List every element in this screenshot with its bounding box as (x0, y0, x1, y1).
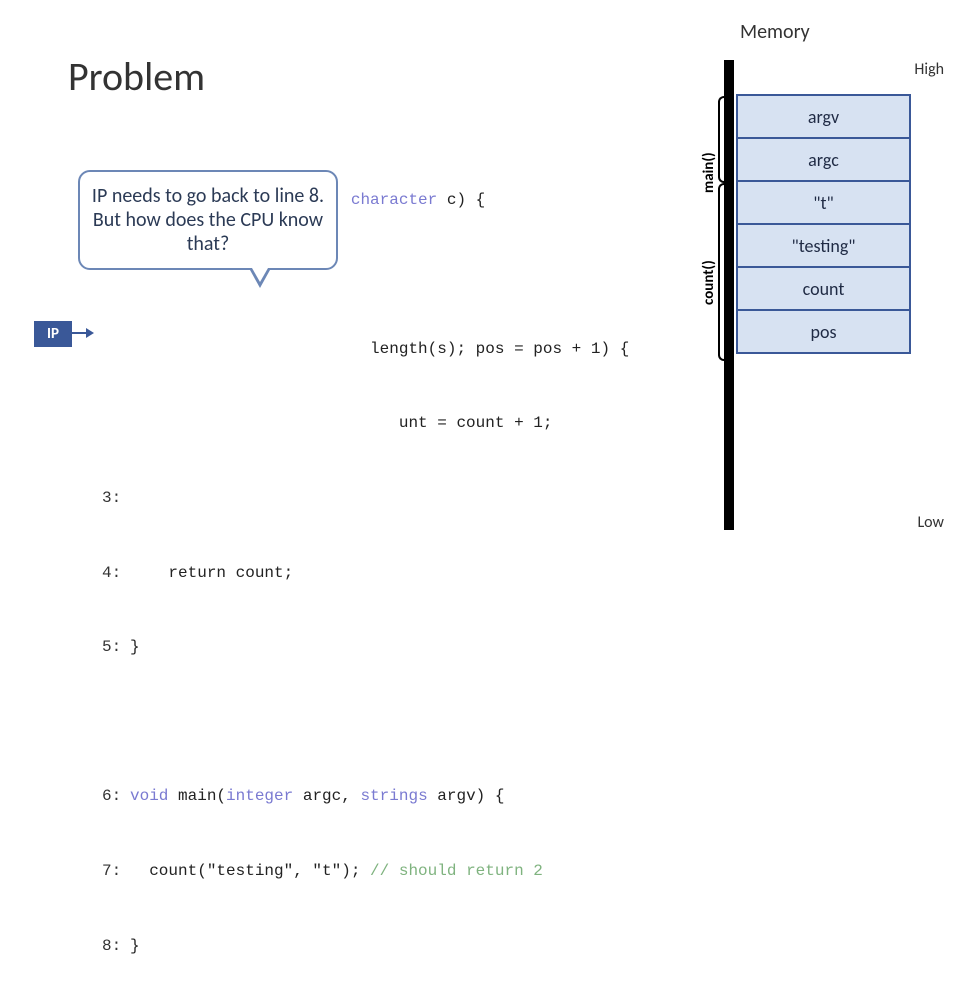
code-line-6: 6:void main(integer argc, strings argv) … (102, 784, 629, 809)
code-line-8: 8:} (102, 934, 629, 959)
stack-cell: count (736, 266, 911, 311)
tok: c) { (437, 191, 485, 209)
code-line-2b-partial: unt = count + 1; (102, 411, 629, 436)
stack-cell: argc (736, 137, 911, 182)
code-line-blank (102, 710, 629, 735)
line-number: 5: (102, 635, 130, 660)
instruction-pointer-badge: IP (34, 321, 72, 347)
code-line-7: 7: count("testing", "t"); // should retu… (102, 859, 629, 884)
code-line-3: 3: (102, 486, 629, 511)
line-number: 4: (102, 561, 130, 586)
line-number: 7: (102, 859, 130, 884)
tok: } (130, 937, 140, 955)
line-number (102, 411, 130, 436)
stack-cell: pos (736, 309, 911, 354)
ip-arrow-icon (72, 328, 94, 338)
line-number: 6: (102, 784, 130, 809)
line-number: 8: (102, 934, 130, 959)
callout-box: IP needs to go back to line 8. But how d… (78, 170, 338, 270)
tok: unt = count + 1; (399, 414, 553, 432)
stack-cell: "testing" (736, 223, 911, 268)
slide-title: Problem (68, 52, 205, 101)
stack-cell: "t" (736, 180, 911, 225)
stack-cell: argv (736, 94, 911, 139)
frame-label-main: main() (700, 130, 718, 215)
line-number: 3: (102, 486, 130, 511)
frame-label-count: count() (700, 218, 718, 348)
kw: strings (360, 787, 427, 805)
memory-low-label: Low (917, 513, 944, 532)
tok: main( (168, 787, 226, 805)
tok: length(s); pos = pos + 1) { (370, 340, 629, 358)
brace-count (718, 183, 726, 361)
tok: count("testing", "t"); (130, 862, 370, 880)
tok: } (130, 638, 140, 656)
kw: character (351, 191, 437, 209)
brace-main (718, 96, 726, 183)
callout-tail-inner (252, 268, 268, 282)
code-line-4: 4: return count; (102, 561, 629, 586)
kw: integer (226, 787, 293, 805)
tok: argc, (293, 787, 360, 805)
memory-high-label: High (914, 60, 944, 79)
tok: argv) { (428, 787, 505, 805)
line-number (102, 337, 130, 362)
comment: // should return 2 (370, 862, 543, 880)
code-line-5: 5:} (102, 635, 629, 660)
memory-stack: argv argc "t" "testing" count pos (736, 94, 911, 354)
code-line-2-partial: length(s); pos = pos + 1) { (102, 337, 629, 362)
tok: return count; (130, 564, 293, 582)
memory-heading: Memory (740, 20, 810, 44)
kw: void (130, 787, 168, 805)
